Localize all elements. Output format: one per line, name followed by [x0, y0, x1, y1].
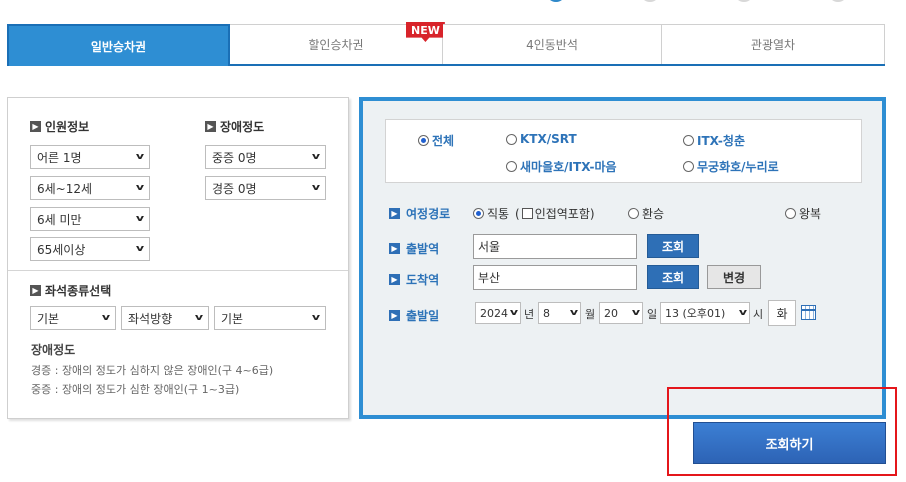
calendar-icon[interactable] [801, 305, 816, 320]
tab-four-person-seat[interactable]: 4인동반석 [443, 24, 662, 64]
radio-transfer[interactable]: 환승 [628, 205, 664, 222]
disability-info-title: 장애정도 [31, 343, 76, 357]
departure-station-input[interactable]: 서울 [473, 234, 637, 259]
step-dot [640, 0, 660, 2]
chevron-down-icon: v [569, 308, 579, 318]
arrival-label: ▶ 도착역 [389, 271, 439, 288]
arrow-right-icon: ▶ [389, 208, 400, 219]
chevron-down-icon: v [311, 313, 321, 323]
chevron-down-icon: v [135, 152, 145, 162]
hour-unit: 시 [753, 308, 764, 321]
radio-itx-chungchun[interactable]: ITX-청춘 [683, 132, 745, 149]
infant-count-select[interactable]: 6세 미만 v [30, 207, 150, 231]
arrow-right-icon: ▶ [30, 121, 41, 132]
arrow-right-icon: ▶ [389, 243, 400, 254]
radio-icon [785, 208, 796, 219]
radio-icon [683, 135, 694, 146]
seat-direction-select[interactable]: 좌석방향 v [121, 306, 209, 330]
arrow-right-icon: ▶ [389, 310, 400, 321]
chevron-down-icon: v [135, 244, 145, 254]
chevron-down-icon: v [311, 183, 321, 193]
arrow-right-icon: ▶ [389, 274, 400, 285]
arrow-right-icon: ▶ [30, 285, 41, 296]
mild-disability-select[interactable]: 경증 0명 v [205, 176, 326, 200]
tab-tourist-train[interactable]: 관광열차 [662, 24, 885, 64]
month-select[interactable]: 8v [538, 302, 581, 324]
weekday-display: 화 [768, 300, 796, 326]
chevron-down-icon: v [135, 183, 145, 193]
radio-selected-icon [418, 135, 429, 146]
ticket-type-tabs: 일반승차권 할인승차권 NEW 4인동반석 관광열차 [7, 22, 885, 66]
chevron-down-icon: v [631, 308, 641, 318]
seat-position-select[interactable]: 기본 v [214, 306, 326, 330]
year-unit: 년 [524, 308, 535, 321]
radio-icon [683, 161, 694, 172]
swap-stations-button[interactable]: 변경 [707, 265, 761, 289]
radio-icon [506, 161, 517, 172]
senior-count-select[interactable]: 65세이상 v [30, 237, 150, 261]
step-dot [734, 0, 754, 2]
hour-select[interactable]: 13 (오후01) v [660, 302, 750, 324]
seat-section-title: ▶ 좌석종류선택 [30, 282, 111, 299]
departure-date-label: ▶ 출발일 [389, 307, 439, 324]
radio-all-trains[interactable]: 전체 [418, 132, 454, 149]
chevron-down-icon: v [738, 308, 748, 318]
seat-type-select[interactable]: 기본 v [30, 306, 116, 330]
chevron-down-icon: v [311, 152, 321, 162]
arrival-search-button[interactable]: 조회 [647, 265, 699, 289]
disability-info-severe: 중증 : 장애의 정도가 심한 장애인(구 1~3급) [31, 383, 240, 396]
day-select[interactable]: 20 v [599, 302, 643, 324]
passenger-section-title: ▶ 인원정보 [30, 118, 89, 135]
chevron-down-icon: v [101, 313, 111, 323]
month-unit: 월 [585, 308, 596, 321]
adult-count-select[interactable]: 어른 1명 v [30, 145, 150, 169]
checkbox-icon [521, 208, 533, 219]
chevron-down-icon: v [194, 313, 204, 323]
radio-icon [628, 208, 639, 219]
chevron-down-icon: v [509, 308, 519, 318]
departure-search-button[interactable]: 조회 [647, 234, 699, 258]
new-badge: NEW [406, 22, 445, 42]
disability-info-mild: 경증 : 장애의 정도가 심하지 않은 장애인(구 4~6급) [31, 364, 274, 377]
train-type-box: 전체 KTX/SRT ITX-청춘 새마을호/ITX-마음 무궁화호/누리로 [385, 119, 862, 183]
search-panel: 전체 KTX/SRT ITX-청춘 새마을호/ITX-마음 무궁화호/누리로 ▶… [359, 97, 886, 419]
chevron-down-icon: v [135, 214, 145, 224]
radio-direct[interactable]: 직통 [473, 205, 509, 222]
arrival-station-input[interactable]: 부산 [473, 265, 637, 290]
radio-selected-icon [473, 208, 484, 219]
route-label: ▶ 여정경로 [389, 205, 450, 222]
year-select[interactable]: 2024 v [475, 302, 521, 324]
radio-roundtrip[interactable]: 왕복 [785, 205, 821, 222]
disability-section-title: ▶ 장애정도 [205, 118, 264, 135]
step-dot [828, 0, 848, 2]
step-dot-active [546, 0, 566, 2]
highlight-box [667, 387, 897, 476]
radio-saemaeul-itx-maeum[interactable]: 새마을호/ITX-마음 [506, 158, 617, 175]
tab-general-ticket[interactable]: 일반승차권 [7, 24, 230, 66]
passenger-panel: ▶ 인원정보 ▶ 장애정도 어른 1명 v 6세~12세 v 6세 미만 v 65세이상 v… [7, 97, 349, 419]
arrow-right-icon: ▶ [205, 121, 216, 132]
radio-mugunghwa-nuriro[interactable]: 무궁화호/누리로 [683, 158, 779, 175]
departure-label: ▶ 출발역 [389, 240, 439, 257]
radio-ktx-srt[interactable]: KTX/SRT [506, 132, 577, 146]
severe-disability-select[interactable]: 중증 0명 v [205, 145, 326, 169]
nearby-station-checkbox[interactable]: (인접역포함) [515, 205, 595, 222]
tab-discount-ticket[interactable]: 할인승차권 NEW [230, 22, 445, 64]
child-count-select[interactable]: 6세~12세 v [30, 176, 150, 200]
day-unit: 일 [647, 308, 658, 321]
divider [8, 270, 348, 271]
radio-icon [506, 133, 517, 145]
